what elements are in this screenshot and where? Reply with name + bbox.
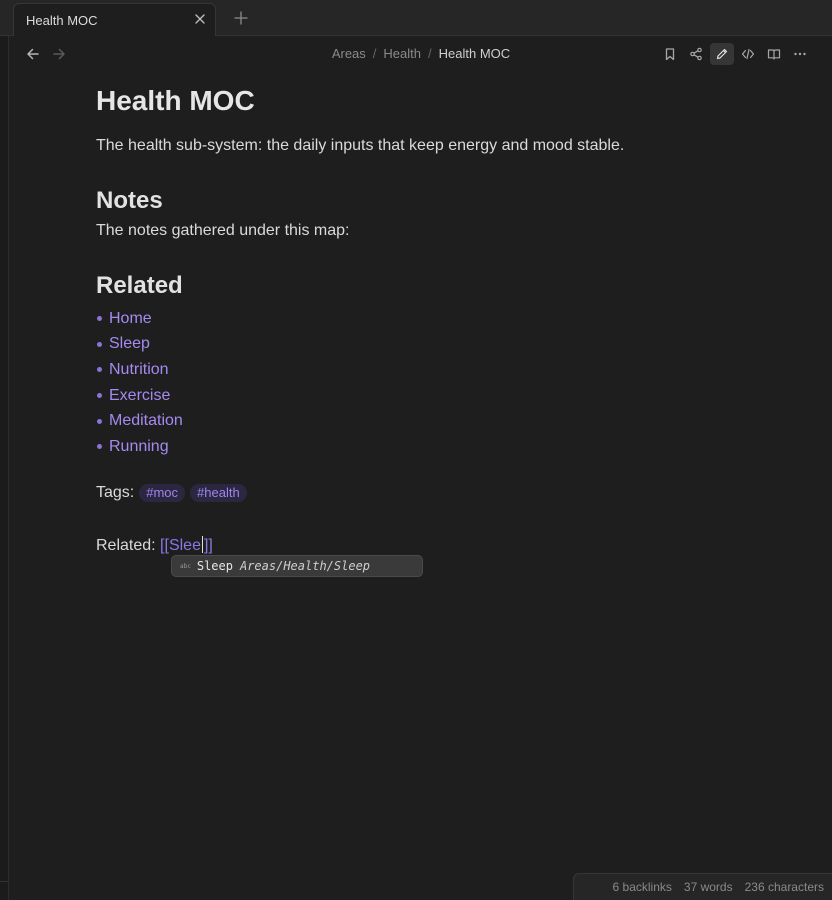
share-icon[interactable] <box>684 43 708 65</box>
wikilink-typing[interactable]: [[Slee]] <box>160 536 213 554</box>
breadcrumb-item-health[interactable]: Health <box>383 46 421 61</box>
list-item-nutrition[interactable]: Nutrition <box>96 357 183 383</box>
related-heading: Related <box>96 272 183 299</box>
list-item-exercise[interactable]: Exercise <box>96 383 183 409</box>
pencil-icon[interactable] <box>710 43 734 65</box>
character-count: 236 characters <box>744 880 824 894</box>
internal-link[interactable]: Sleep <box>109 335 150 353</box>
left-gutter <box>0 36 9 900</box>
related-label: Related: <box>96 537 156 554</box>
internal-link[interactable]: Running <box>109 438 169 456</box>
internal-link[interactable]: Meditation <box>109 412 183 430</box>
list-item-sleep[interactable]: Sleep <box>96 332 183 358</box>
tags-line: Tags: #moc #health <box>96 484 247 502</box>
list-item-home[interactable]: Home <box>96 306 183 332</box>
breadcrumb: Areas / Health / Health MOC <box>331 46 511 61</box>
more-options-icon[interactable] <box>788 43 812 65</box>
tags-label: Tags: <box>96 484 135 501</box>
tab-title: Health MOC <box>26 13 98 28</box>
text-cursor <box>201 536 203 553</box>
close-icon[interactable] <box>193 12 207 26</box>
plus-icon[interactable] <box>233 10 249 26</box>
related-links-list: Home Sleep Nutrition Exercise Meditation… <box>96 306 183 460</box>
tab-bar: Health MOC <box>0 0 832 36</box>
breadcrumb-item-areas[interactable]: Areas <box>332 46 366 61</box>
internal-link[interactable]: Home <box>109 310 152 328</box>
notes-paragraph: The notes gathered under this map: <box>96 222 350 239</box>
link-suggestion[interactable]: abc Sleep Areas/Health/Sleep <box>171 555 423 577</box>
tag-moc[interactable]: #moc <box>139 484 186 502</box>
internal-link[interactable]: Nutrition <box>109 361 169 379</box>
list-item-running[interactable]: Running <box>96 434 183 460</box>
related-input-line[interactable]: Related: [[Slee]] <box>96 536 213 555</box>
view-header: Areas / Health / Health MOC <box>10 37 832 71</box>
tab-health-moc[interactable]: Health MOC <box>13 3 216 36</box>
book-open-icon[interactable] <box>762 43 786 65</box>
list-item-meditation[interactable]: Meditation <box>96 408 183 434</box>
code-icon[interactable] <box>736 43 760 65</box>
bookmark-icon[interactable] <box>658 43 682 65</box>
intro-paragraph: The health sub-system: the daily inputs … <box>96 137 625 154</box>
word-count: 37 words <box>683 880 733 894</box>
suggestion-path: Areas/Health/Sleep <box>239 559 371 573</box>
breadcrumb-current: Health MOC <box>438 46 511 61</box>
backlinks-count[interactable]: 6 backlinks <box>613 880 672 894</box>
notes-heading: Notes <box>96 187 163 214</box>
status-bar: 6 backlinks 37 words 236 characters <box>573 873 832 900</box>
internal-link[interactable]: Exercise <box>109 387 170 405</box>
tag-health[interactable]: #health <box>190 484 247 502</box>
note-title: Health MOC <box>96 85 255 116</box>
suggestion-name: Sleep <box>196 559 233 573</box>
text-icon: abc <box>180 562 191 570</box>
